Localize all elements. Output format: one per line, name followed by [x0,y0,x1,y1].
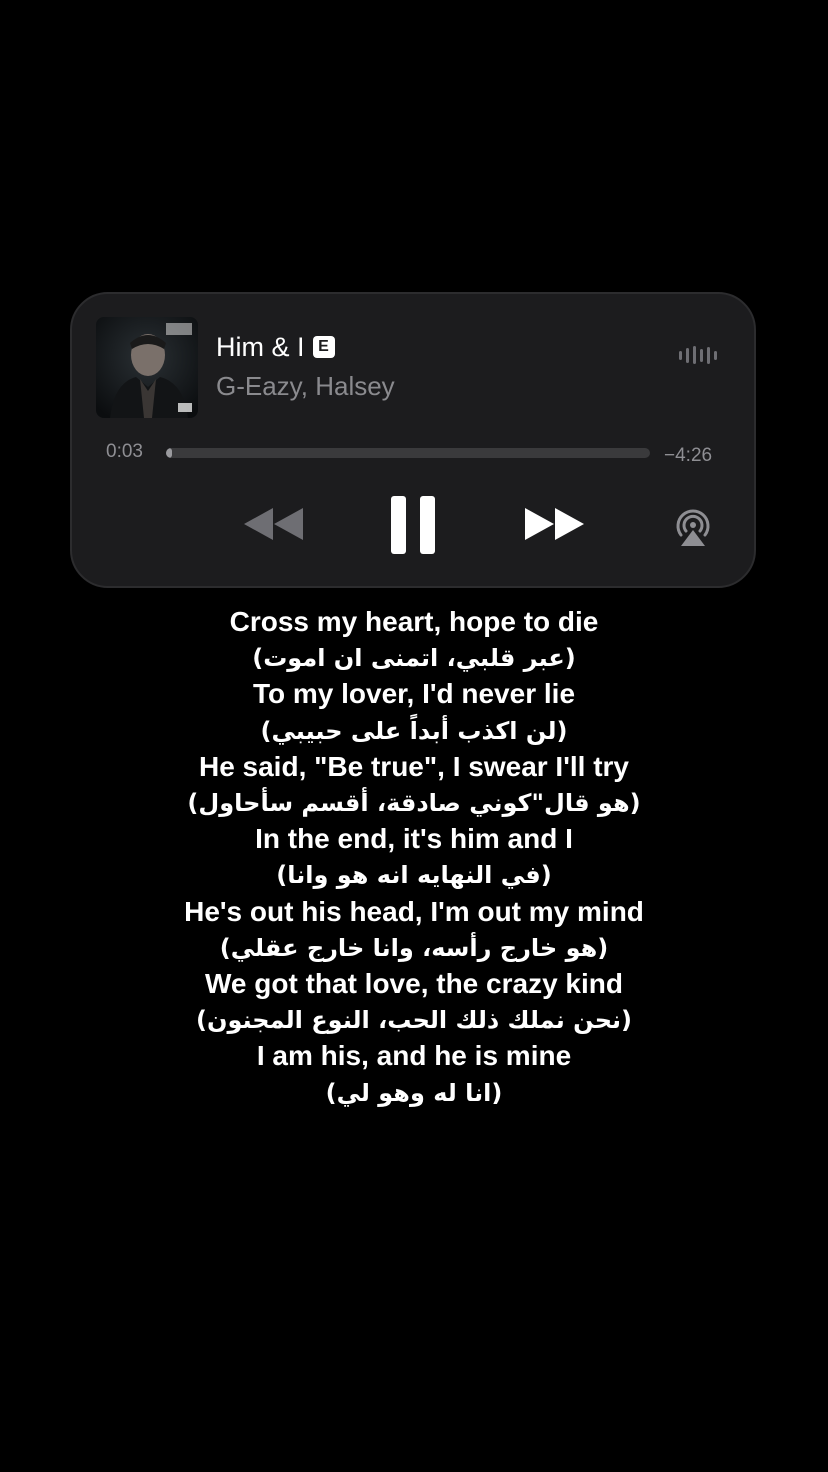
lyric-line: I am his, and he is mine [256,1040,572,1072]
lyric-line-translation: (انا له وهو لي) [325,1078,503,1107]
lyrics-block: Cross my heart, hope to die (عبر قلبي، ات… [0,604,828,1111]
airplay-audio-icon [676,509,710,546]
explicit-badge: E [312,336,335,358]
lyric-line: In the end, it's him and I [255,823,573,855]
lyric-line-translation: (هو خارج رأسه، وانا خارج عقلي) [219,933,609,962]
lyric-line-translation: (عبر قلبي، اتمنى ان اموت) [252,644,576,673]
pause-icon [391,496,435,554]
fast-forward-icon [525,508,584,540]
pause-button[interactable] [388,494,438,556]
progress-bar[interactable] [166,448,650,458]
lyric-line-translation: (هو قال"كوني صادقة، أقسم سأحاول) [187,789,641,818]
lyric-line: He said, "Be true", I swear I'll try [198,750,630,782]
waveform-icon [678,344,718,366]
song-title[interactable]: Him & I [216,330,305,364]
now-playing-card[interactable]: Him & I E G-Eazy, Halsey 0:03 −4:26 [70,292,756,588]
lyric-line-translation: (نحن نملك ذلك الحب، النوع المجنون) [195,1006,633,1035]
fast-forward-button[interactable] [522,502,588,546]
progress-fill [166,448,172,458]
rewind-button[interactable] [240,502,306,546]
rewind-icon [244,508,303,540]
lyric-line-translation: (لن اكذب أبداً على حبيبي) [260,716,568,745]
lyric-line: We got that love, the crazy kind [204,968,623,1000]
lyric-line: Cross my heart, hope to die [229,606,599,637]
lyric-line: He's out his head, I'm out my mind [184,895,644,927]
lyric-line: To my lover, I'd never lie [252,678,576,710]
airplay-button[interactable] [672,508,714,548]
time-remaining: −4:26 [664,445,713,466]
time-elapsed: 0:03 [106,441,143,462]
song-artist[interactable]: G-Eazy, Halsey [216,369,395,403]
lyric-line-translation: (في النهايه انه هو وانا) [276,861,552,890]
album-artwork[interactable] [96,317,198,418]
